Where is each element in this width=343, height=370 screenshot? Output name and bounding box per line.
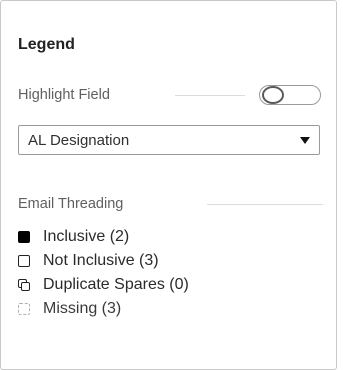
dashed-square-icon [18, 303, 30, 315]
duplicate-squares-icon [18, 279, 30, 291]
email-threading-row: Email Threading [18, 194, 123, 214]
highlight-field-row: Highlight Field [18, 85, 110, 105]
email-threading-label: Email Threading [18, 196, 124, 212]
legend-item-duplicate-spares: Duplicate Spares (0) [18, 273, 189, 297]
highlight-field-label: Highlight Field [18, 87, 110, 103]
highlight-field-select-value: AL Designation [28, 131, 130, 149]
email-threading-divider [207, 204, 323, 205]
highlight-field-toggle[interactable] [259, 85, 321, 105]
legend-item-not-inclusive: Not Inclusive (3) [18, 249, 189, 273]
outline-square-icon [18, 255, 30, 267]
highlight-field-select[interactable]: AL Designation [18, 125, 320, 155]
legend-item-missing: Missing (3) [18, 297, 189, 321]
legend-item-label: Inclusive (2) [43, 228, 130, 245]
legend-title: Legend [18, 36, 75, 53]
legend-item-inclusive: Inclusive (2) [18, 225, 189, 249]
chevron-down-icon [300, 136, 310, 144]
toggle-knob [262, 86, 284, 104]
legend-item-label: Not Inclusive (3) [43, 252, 159, 269]
legend-item-label: Duplicate Spares (0) [43, 276, 189, 293]
legend-panel: Legend Highlight Field AL Designation Em… [0, 0, 337, 370]
email-threading-list: Inclusive (2) Not Inclusive (3) Duplicat… [18, 225, 189, 321]
legend-item-label: Missing (3) [43, 300, 122, 317]
filled-square-icon [18, 231, 30, 243]
highlight-field-divider [175, 95, 245, 96]
